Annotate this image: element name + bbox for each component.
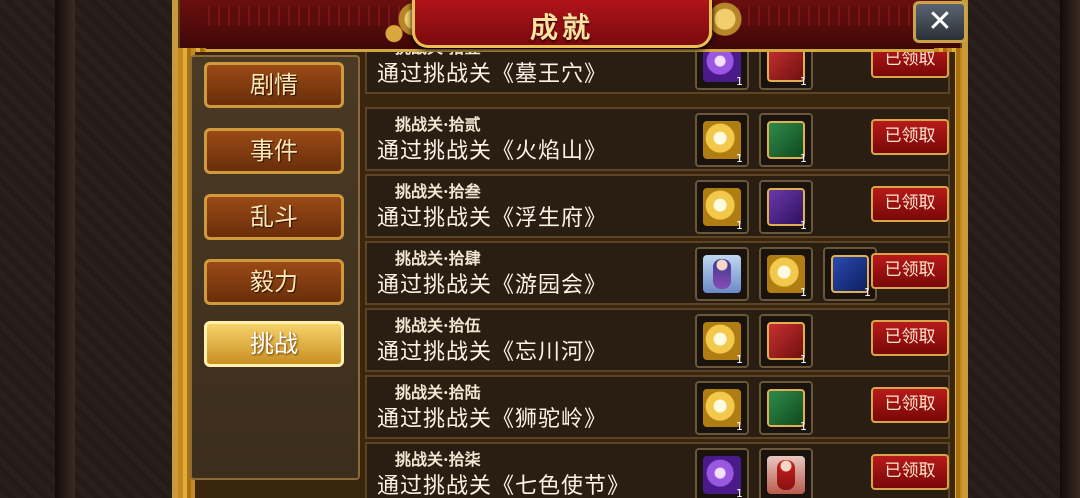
reward-item[interactable]: 1 — [695, 448, 749, 498]
achievement-subtitle: 挑战关·拾伍 — [395, 316, 481, 335]
reward-quantity: 1 — [736, 420, 743, 433]
achievement-row: 挑战关·拾叁 通过挑战关《浮生府》 1 1 已领取 — [365, 174, 950, 238]
reward-item[interactable]: 1 — [759, 113, 813, 167]
reward-quantity: 1 — [800, 420, 807, 433]
reward-item[interactable]: 1 — [695, 180, 749, 234]
reward-item[interactable]: 1 — [823, 247, 877, 301]
achievement-title: 通过挑战关《游园会》 — [377, 273, 608, 298]
reward-quantity: 1 — [800, 286, 807, 299]
reward-item[interactable]: 1 — [759, 52, 813, 90]
reward-item[interactable]: 1 — [695, 52, 749, 90]
tab-challenge[interactable]: 挑战 — [204, 321, 344, 367]
achievement-row: 挑战关·拾陆 通过挑战关《狮驼岭》 1 1 已领取 — [365, 375, 950, 439]
reward-quantity: 1 — [736, 152, 743, 165]
achievement-row: 挑战关·拾伍 通过挑战关《忘川河》 1 1 已领取 — [365, 308, 950, 372]
claimed-button[interactable]: 已领取 — [871, 52, 949, 78]
reward-quantity: 1 — [864, 286, 871, 299]
achievement-title: 通过挑战关《火焰山》 — [377, 139, 608, 164]
reward-icons: 11 — [695, 379, 875, 437]
portrait-blue-icon — [703, 255, 741, 293]
reward-quantity: 1 — [800, 152, 807, 165]
reward-quantity: 1 — [800, 219, 807, 232]
tab-story[interactable]: 剧情 — [204, 62, 344, 108]
claimed-button[interactable]: 已领取 — [871, 119, 949, 155]
achievement-row: 挑战关·拾柒通过挑战关《七色使节》 1 已领取 — [365, 442, 950, 498]
tab-brawl[interactable]: 乱斗 — [204, 194, 344, 240]
achievement-title: 通过挑战关《浮生府》 — [377, 206, 608, 231]
reward-item[interactable]: 1 — [695, 381, 749, 435]
claimed-button[interactable]: 已领取 — [871, 387, 949, 423]
reward-quantity: 1 — [736, 353, 743, 366]
reward-quantity: 1 — [800, 353, 807, 366]
achievement-subtitle: 挑战关·拾贰 — [395, 115, 481, 134]
portrait-red-icon — [767, 456, 805, 494]
achievement-subtitle: 挑战关·拾陆 — [395, 383, 481, 402]
reward-quantity: 1 — [736, 487, 743, 498]
reward-item[interactable]: 1 — [759, 180, 813, 234]
close-button[interactable]: ✕ — [913, 1, 967, 43]
tab-perseverance[interactable]: 毅力 — [204, 259, 344, 305]
achievement-subtitle: 挑战关·拾肆 — [395, 249, 481, 268]
reward-icons: 11 — [695, 312, 875, 370]
achievement-title: 通过挑战关《七色使节》 — [377, 474, 631, 498]
reward-icons: 11 — [695, 178, 875, 236]
tab-event[interactable]: 事件 — [204, 128, 344, 174]
reward-item[interactable] — [695, 247, 749, 301]
reward-item[interactable]: 1 — [695, 314, 749, 368]
reward-quantity: 1 — [800, 75, 807, 88]
achievement-title: 通过挑战关《忘川河》 — [377, 340, 608, 365]
achievement-title: 通过挑战关《狮驼岭》 — [377, 407, 608, 432]
achievement-row: 挑战关·拾壹通过挑战关《墓王穴》11已领取 — [365, 52, 950, 94]
reward-item[interactable]: 1 — [759, 381, 813, 435]
reward-icons: 11 — [695, 111, 875, 169]
achievement-list[interactable]: 挑战关·拾壹通过挑战关《墓王穴》11已领取挑战关·拾贰通过挑战关《火焰山》11已… — [365, 52, 950, 498]
reward-icons: 11 — [695, 52, 875, 92]
achievement-title: 通过挑战关《墓王穴》 — [377, 62, 608, 87]
reward-quantity: 1 — [736, 219, 743, 232]
reward-item[interactable]: 1 — [759, 314, 813, 368]
achievement-subtitle: 挑战关·拾叁 — [395, 182, 481, 201]
claimed-button[interactable]: 已领取 — [871, 320, 949, 356]
claimed-button[interactable]: 已领取 — [871, 253, 949, 289]
right-backdrop — [965, 0, 1080, 498]
claimed-button[interactable]: 已领取 — [871, 454, 949, 490]
achievement-row: 挑战关·拾贰 通过挑战关《火焰山》 1 1 已领取 — [365, 107, 950, 171]
claimed-button[interactable]: 已领取 — [871, 186, 949, 222]
left-backdrop — [0, 0, 180, 498]
reward-item[interactable]: 1 — [695, 113, 749, 167]
reward-item[interactable]: 1 — [759, 247, 813, 301]
achievement-row: 挑战关·拾肆 通过挑战关《游园会》 1 1 已领取 — [365, 241, 950, 305]
achievement-subtitle: 挑战关·拾柒 — [395, 450, 481, 469]
reward-item[interactable] — [759, 448, 813, 498]
page-title: 成就 — [529, 11, 594, 44]
reward-quantity: 1 — [736, 75, 743, 88]
reward-icons: 1 — [695, 446, 875, 498]
reward-icons: 11 — [695, 245, 877, 303]
